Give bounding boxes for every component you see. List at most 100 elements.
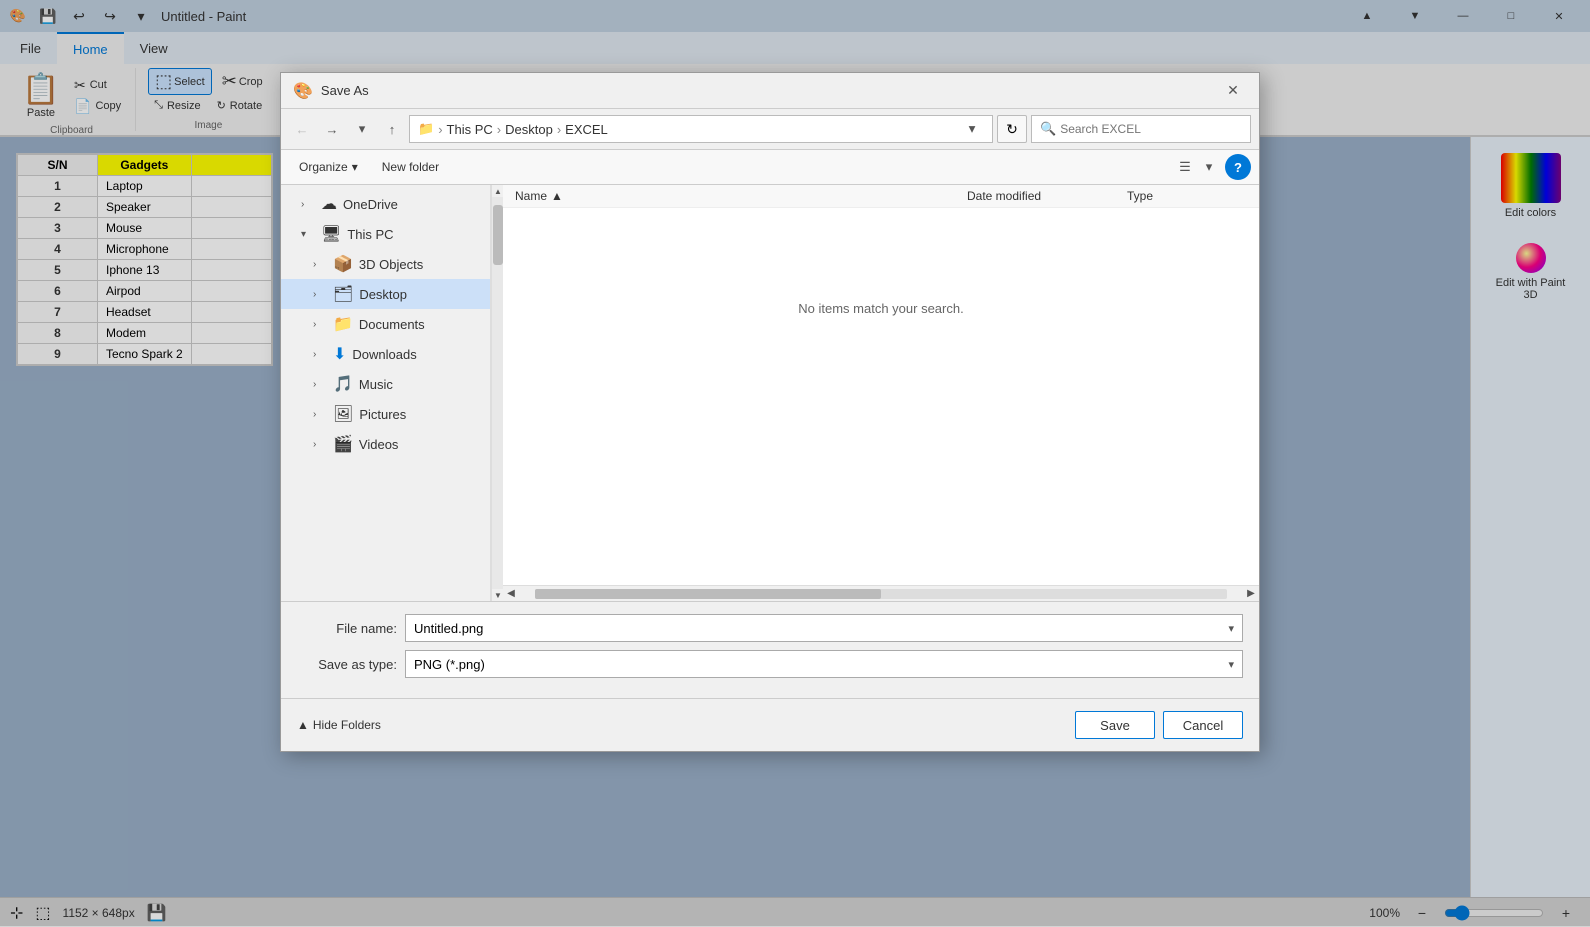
3dobjects-label: 3D Objects [359,257,423,272]
dialog-title-text: Save As [321,83,1211,98]
thispc-icon: 🖥 [321,224,341,244]
hide-folders-label: Hide Folders [313,718,381,732]
videos-icon: 🎬 [333,434,353,454]
dialog-footer: ▲ Hide Folders Save Cancel [281,698,1259,751]
sidebar-item-desktop[interactable]: › 🗂 Desktop [281,279,490,309]
file-list-wrapper: Name ▲ Date modified Type No items match… [503,185,1259,601]
breadcrumb-excel[interactable]: EXCEL [565,122,608,137]
3dobjects-icon: 📦 [333,254,353,274]
dialog-overlay: 🎨 Save As ✕ ← → ▾ ↑ 📁 › This PC › Deskto… [0,0,1590,926]
downloads-icon: ⬇ [333,344,346,364]
savetype-dropdown-icon: ▾ [1228,658,1234,671]
organize-dropdown-icon: ▾ [352,160,358,174]
sidebar-item-documents[interactable]: › 📁 Documents [281,309,490,339]
filename-input[interactable]: Untitled.png ▾ [405,614,1243,642]
savetype-row: Save as type: PNG (*.png) ▾ [297,650,1243,678]
sort-icon: ▲ [551,189,563,203]
h-scroll-right[interactable]: ▶ [1243,586,1259,602]
expand-icon-pc: ▾ [301,229,315,240]
dialog-file-list: No items match your search. [503,208,1259,585]
no-items-message: No items match your search. [503,208,1259,408]
breadcrumb: 📁 › This PC › Desktop › EXCEL [418,121,608,137]
up-dir-btn[interactable]: ↑ [379,116,405,142]
sidebar-item-videos[interactable]: › 🎬 Videos [281,429,490,459]
documents-icon: 📁 [333,314,353,334]
downloads-label: Downloads [352,347,416,362]
view-dropdown-btn[interactable]: ▾ [1197,156,1221,178]
dialog-close-btn[interactable]: ✕ [1219,79,1247,103]
view-list-btn[interactable]: ☰ [1173,156,1197,178]
expand-icon: › [301,199,315,210]
dialog-title-icon: 🎨 [293,81,313,101]
filename-row: File name: Untitled.png ▾ [297,614,1243,642]
address-dropdown-btn[interactable]: ▾ [960,116,984,142]
expand-3d: › [313,259,327,270]
onedrive-icon: ☁ [321,194,337,214]
breadcrumb-thispc[interactable]: This PC [447,122,493,137]
thispc-label: This PC [347,227,393,242]
dialog-filename-area: File name: Untitled.png ▾ Save as type: … [281,601,1259,698]
scroll-down-btn[interactable]: ▼ [492,589,504,601]
filename-label: File name: [297,621,397,636]
horizontal-scrollbar[interactable]: ◀ ▶ [503,585,1259,601]
dialog-address-bar: ← → ▾ ↑ 📁 › This PC › Desktop › EXCEL ▾ … [281,109,1259,150]
forward-btn[interactable]: → [319,116,345,142]
new-folder-btn[interactable]: New folder [372,157,449,177]
back-btn[interactable]: ← [289,116,315,142]
dialog-toolbar: Organize ▾ New folder ☰ ▾ ? [281,150,1259,185]
expand-pics: › [313,409,327,420]
h-scroll-thumb[interactable] [535,589,881,599]
savetype-value: PNG (*.png) [414,657,485,672]
scroll-thumb[interactable] [493,205,503,265]
onedrive-label: OneDrive [343,197,398,212]
filename-value: Untitled.png [414,621,483,636]
sidebar-item-onedrive[interactable]: › ☁ OneDrive [281,189,490,219]
organize-btn[interactable]: Organize ▾ [289,157,368,177]
dialog-action-btns: Save Cancel [1075,711,1243,739]
save-btn[interactable]: Save [1075,711,1155,739]
date-col-label: Date modified [967,189,1041,203]
sidebar-item-pictures[interactable]: › 🖼 Pictures [281,399,490,429]
col-name[interactable]: Name ▲ [515,189,967,203]
sidebar-item-downloads[interactable]: › ⬇ Downloads [281,339,490,369]
save-as-dialog: 🎨 Save As ✕ ← → ▾ ↑ 📁 › This PC › Deskto… [280,72,1260,752]
desktop-label: Desktop [359,287,407,302]
sidebar-scrollbar[interactable]: ▲ ▼ [491,185,503,601]
refresh-btn[interactable]: ↻ [997,115,1027,143]
help-btn[interactable]: ? [1225,154,1251,180]
new-folder-label: New folder [382,160,439,174]
dropdown-recent-btn[interactable]: ▾ [349,116,375,142]
sidebar-item-music[interactable]: › 🎵 Music [281,369,490,399]
pictures-icon: 🖼 [333,404,353,424]
h-scroll-track [535,589,1227,599]
type-col-label: Type [1127,189,1153,203]
organize-label: Organize [299,160,348,174]
dialog-sidebar: › ☁ OneDrive ▾ 🖥 This PC › 📦 3D Objects … [281,185,491,601]
breadcrumb-desktop[interactable]: Desktop [505,122,553,137]
expand-dl: › [313,349,327,360]
col-type[interactable]: Type [1127,189,1247,203]
expand-videos: › [313,439,327,450]
cancel-btn[interactable]: Cancel [1163,711,1243,739]
desktop-icon: 🗂 [333,284,353,304]
search-input[interactable] [1060,122,1242,136]
expand-music: › [313,379,327,390]
hide-folders-btn[interactable]: ▲ Hide Folders [297,718,381,732]
folder-icon: 📁 [418,121,434,137]
documents-label: Documents [359,317,425,332]
col-date[interactable]: Date modified [967,189,1127,203]
h-scroll-left[interactable]: ◀ [503,586,519,602]
savetype-input[interactable]: PNG (*.png) ▾ [405,650,1243,678]
search-box: 🔍 [1031,115,1251,143]
sidebar-item-3dobjects[interactable]: › 📦 3D Objects [281,249,490,279]
filename-dropdown-icon: ▾ [1228,622,1234,635]
sidebar-item-thispc[interactable]: ▾ 🖥 This PC [281,219,490,249]
view-btns: ☰ ▾ [1173,156,1221,178]
pictures-label: Pictures [359,407,406,422]
file-list-header: Name ▲ Date modified Type [503,185,1259,208]
address-bar[interactable]: 📁 › This PC › Desktop › EXCEL ▾ [409,115,993,143]
name-col-label: Name [515,189,547,203]
videos-label: Videos [359,437,399,452]
dialog-body: › ☁ OneDrive ▾ 🖥 This PC › 📦 3D Objects … [281,185,1259,601]
scroll-up-btn[interactable]: ▲ [492,185,504,197]
